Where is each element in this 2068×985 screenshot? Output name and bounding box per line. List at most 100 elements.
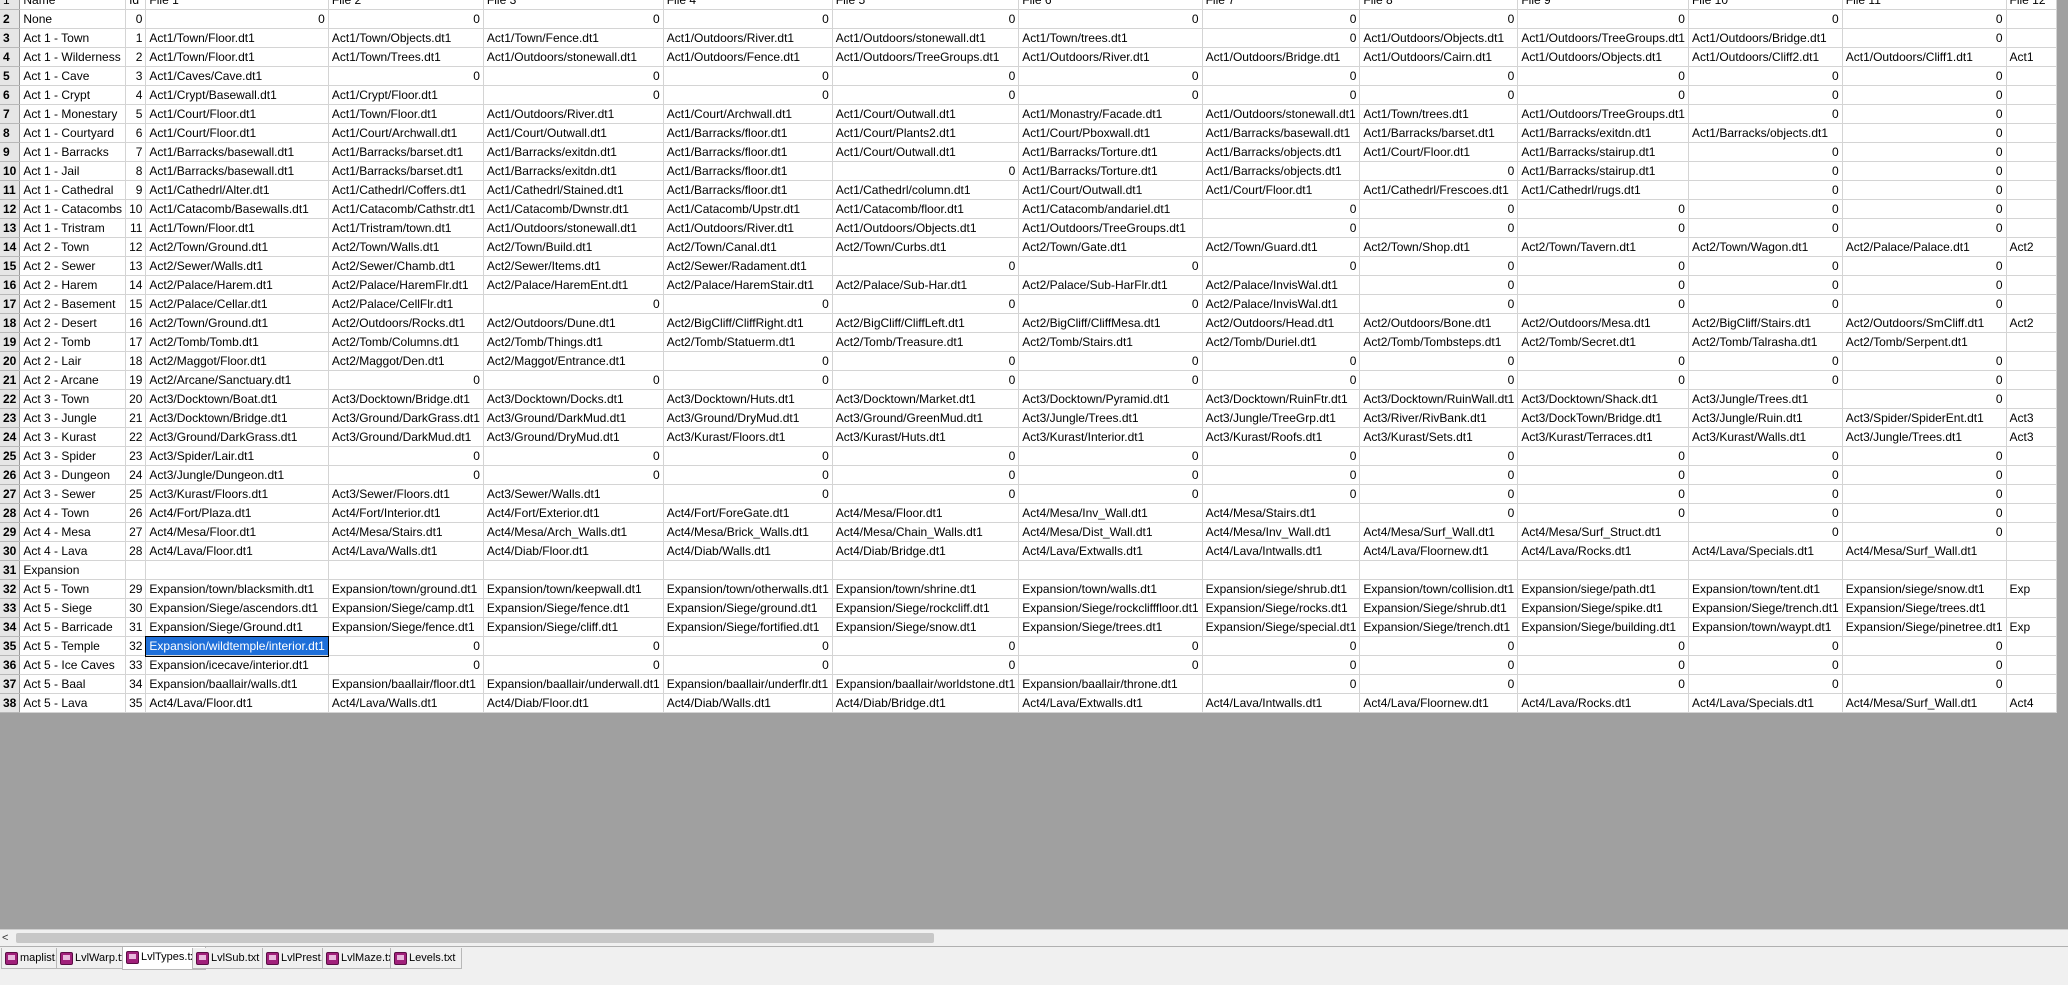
table-cell[interactable]: 0 bbox=[1842, 180, 2007, 200]
table-cell[interactable]: Act2/Maggot/Floor.dt1 bbox=[145, 351, 329, 371]
table-cell[interactable]: Expansion/Siege/ascendors.dt1 bbox=[145, 598, 329, 618]
table-cell[interactable]: 34 bbox=[125, 674, 147, 694]
table-cell[interactable]: 7 bbox=[125, 142, 147, 162]
table-cell[interactable]: 0 bbox=[1202, 85, 1361, 105]
table-cell[interactable]: Exp bbox=[2006, 617, 2057, 637]
table-cell[interactable]: 31 bbox=[125, 617, 147, 637]
table-cell[interactable]: 0 bbox=[1688, 370, 1843, 390]
table-cell[interactable]: 0 bbox=[832, 66, 1020, 86]
table-cell[interactable]: Act 3 - Spider bbox=[19, 446, 127, 466]
table-cell[interactable]: 0 bbox=[1018, 446, 1203, 466]
table-cell[interactable]: 0 bbox=[1842, 389, 2007, 409]
table-cell[interactable] bbox=[2006, 655, 2057, 675]
table-cell[interactable] bbox=[2006, 332, 2057, 352]
table-cell[interactable]: Act2/Town/Walls.dt1 bbox=[328, 237, 484, 257]
table-cell[interactable]: 0 bbox=[663, 294, 833, 314]
table-cell[interactable]: Expansion/Siege/shrub.dt1 bbox=[1359, 598, 1519, 618]
row-number[interactable]: 33 bbox=[0, 598, 21, 618]
table-cell[interactable]: Act2/Tomb/Treasure.dt1 bbox=[832, 332, 1020, 352]
table-cell[interactable]: 0 bbox=[663, 636, 833, 656]
table-cell[interactable]: 0 bbox=[483, 66, 664, 86]
table-cell[interactable]: Act4/Lava/Extwalls.dt1 bbox=[1018, 541, 1203, 561]
row-number[interactable]: 23 bbox=[0, 408, 21, 428]
table-cell[interactable]: Act3/Ground/DarkMud.dt1 bbox=[483, 408, 664, 428]
table-cell[interactable] bbox=[663, 560, 833, 580]
table-cell[interactable]: 0 bbox=[1018, 9, 1203, 29]
table-cell[interactable]: Act2/Arcane/Sanctuary.dt1 bbox=[145, 370, 329, 390]
table-cell[interactable]: 0 bbox=[663, 465, 833, 485]
table-cell[interactable]: Act1/Barracks/barset.dt1 bbox=[328, 142, 484, 162]
table-cell[interactable]: 0 bbox=[1202, 484, 1361, 504]
column-header-cell[interactable]: File 5 bbox=[832, 0, 1020, 10]
table-cell[interactable]: 0 bbox=[483, 465, 664, 485]
table-cell[interactable]: Act2 bbox=[2006, 237, 2057, 257]
table-cell[interactable] bbox=[2006, 9, 2057, 29]
table-cell[interactable]: 0 bbox=[1688, 522, 1843, 542]
table-cell[interactable]: Act1/Barracks/barset.dt1 bbox=[328, 161, 484, 181]
table-cell[interactable]: Act3/Jungle/TreeGrp.dt1 bbox=[1202, 408, 1361, 428]
row-number[interactable]: 28 bbox=[0, 503, 21, 523]
table-cell[interactable]: Act3/Sewer/Walls.dt1 bbox=[483, 484, 664, 504]
table-cell[interactable]: 0 bbox=[1688, 142, 1843, 162]
table-cell[interactable]: Act4/Mesa/Surf_Struct.dt1 bbox=[1517, 522, 1689, 542]
table-cell[interactable]: 0 bbox=[1517, 218, 1689, 238]
table-cell[interactable]: Act3/Ground/DarkGrass.dt1 bbox=[145, 427, 329, 447]
table-cell[interactable]: 0 bbox=[1359, 66, 1519, 86]
table-cell[interactable]: 0 bbox=[1517, 294, 1689, 314]
table-cell[interactable]: 0 bbox=[1842, 123, 2007, 143]
table-cell[interactable]: 0 bbox=[1359, 256, 1519, 276]
table-cell[interactable]: 32 bbox=[125, 636, 147, 656]
table-cell[interactable]: Act1/Outdoors/stonewall.dt1 bbox=[832, 28, 1020, 48]
table-cell[interactable]: 0 bbox=[1517, 275, 1689, 295]
table-cell[interactable]: Act1/Town/Objects.dt1 bbox=[328, 28, 484, 48]
table-cell[interactable]: Act1/Court/Archwall.dt1 bbox=[663, 104, 833, 124]
table-cell[interactable]: Act2/Tomb/Things.dt1 bbox=[483, 332, 664, 352]
table-cell[interactable]: Expansion/Siege/special.dt1 bbox=[1202, 617, 1361, 637]
table-cell[interactable]: Act3/Docktown/Market.dt1 bbox=[832, 389, 1020, 409]
table-cell[interactable]: Act1/Barracks/exitdn.dt1 bbox=[483, 142, 664, 162]
table-cell[interactable]: 14 bbox=[125, 275, 147, 295]
row-number[interactable]: 34 bbox=[0, 617, 21, 637]
table-cell[interactable]: 0 bbox=[1842, 655, 2007, 675]
row-number[interactable]: 27 bbox=[0, 484, 21, 504]
table-cell[interactable]: Expansion/Siege/trench.dt1 bbox=[1688, 598, 1843, 618]
table-cell[interactable]: Act1/Outdoors/Cairn.dt1 bbox=[1359, 47, 1519, 67]
table-cell[interactable]: Act4/Mesa/Surf_Wall.dt1 bbox=[1842, 693, 2007, 713]
column-header-cell[interactable]: File 11 bbox=[1842, 0, 2007, 10]
table-cell[interactable]: 0 bbox=[1688, 465, 1843, 485]
table-cell[interactable]: Act4/Fort/Interior.dt1 bbox=[328, 503, 484, 523]
table-cell[interactable]: 0 bbox=[1842, 161, 2007, 181]
table-cell[interactable]: 0 bbox=[1359, 446, 1519, 466]
table-cell[interactable]: Act2/Tomb/Tomb.dt1 bbox=[145, 332, 329, 352]
table-cell[interactable]: Act 5 - Siege bbox=[19, 598, 127, 618]
table-cell[interactable]: Expansion/icecave/interior.dt1 bbox=[145, 655, 329, 675]
table-cell[interactable]: Act1/Outdoors/stonewall.dt1 bbox=[1202, 104, 1361, 124]
table-cell[interactable]: 0 bbox=[1359, 161, 1519, 181]
table-cell[interactable]: Act1/Outdoors/TreeGroups.dt1 bbox=[1018, 218, 1203, 238]
row-number[interactable]: 25 bbox=[0, 446, 21, 466]
row-number[interactable]: 6 bbox=[0, 85, 21, 105]
table-cell[interactable]: 0 bbox=[1018, 465, 1203, 485]
table-cell[interactable]: 0 bbox=[1688, 104, 1843, 124]
table-cell[interactable]: 0 bbox=[663, 484, 833, 504]
table-cell[interactable]: Act3/Docktown/Huts.dt1 bbox=[663, 389, 833, 409]
table-cell[interactable]: Act2/Outdoors/Mesa.dt1 bbox=[1517, 313, 1689, 333]
table-cell[interactable]: Act1/Court/Outwall.dt1 bbox=[483, 123, 664, 143]
table-cell[interactable]: 0 bbox=[832, 294, 1020, 314]
table-cell[interactable] bbox=[832, 560, 1020, 580]
table-cell[interactable]: Act 1 - Monestary bbox=[19, 104, 127, 124]
table-cell[interactable]: Act 5 - Lava bbox=[19, 693, 127, 713]
table-cell[interactable]: 0 bbox=[483, 446, 664, 466]
table-cell[interactable]: 0 bbox=[663, 85, 833, 105]
column-header-cell[interactable]: File 9 bbox=[1517, 0, 1689, 10]
table-cell[interactable]: 0 bbox=[1018, 85, 1203, 105]
table-cell[interactable]: 33 bbox=[125, 655, 147, 675]
table-cell[interactable]: Act1/Catacomb/Basewalls.dt1 bbox=[145, 199, 329, 219]
table-cell[interactable] bbox=[2006, 66, 2057, 86]
table-cell[interactable]: Act1/Outdoors/Objects.dt1 bbox=[1517, 47, 1689, 67]
column-header-cell[interactable]: File 10 bbox=[1688, 0, 1843, 10]
table-cell[interactable] bbox=[1018, 560, 1203, 580]
table-cell[interactable]: Act3/Jungle/Trees.dt1 bbox=[1842, 427, 2007, 447]
table-cell[interactable]: 0 bbox=[328, 636, 484, 656]
table-cell[interactable]: Act1/Caves/Cave.dt1 bbox=[145, 66, 329, 86]
